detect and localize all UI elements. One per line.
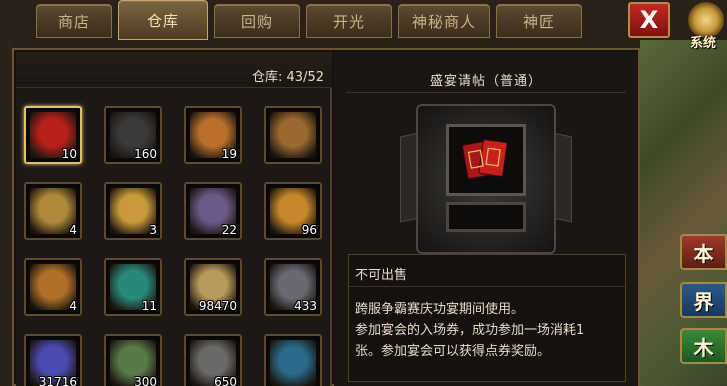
item-quantity: 19 (221, 147, 237, 161)
item-quantity: 4 (69, 223, 77, 237)
item-description-box: 不可出售 跨服争霸赛庆功宴期间使用。 参加宴会的入场券，成功参加一场消耗1 张。… (348, 254, 626, 382)
tab-label: 回购 (240, 12, 273, 31)
tab-label: 神匠 (522, 12, 555, 31)
inventory-slot[interactable]: 433 (264, 258, 322, 316)
item-quantity: 22 (221, 223, 237, 237)
warehouse-panel: 仓库: 43/52 10 160 19 4 3 22 96 4 11 98470 433 31716 3… (12, 48, 640, 386)
warehouse-count: 仓库: 43/52 (16, 52, 332, 88)
description-line: 参加宴会的入场券，成功参加一场消耗1 (355, 323, 585, 338)
item-preview-slot (446, 124, 526, 196)
item-quantity: 11 (141, 299, 157, 313)
item-quantity: 160 (134, 147, 157, 161)
item-quantity: 10 (61, 147, 77, 161)
inventory-slot[interactable]: 19 (184, 106, 242, 164)
item-quantity: 3 (149, 223, 157, 237)
inventory-slot[interactable]: 31716 (24, 334, 82, 386)
side-button-label: 本 (693, 241, 714, 266)
tab-shop[interactable]: 商店 (36, 4, 112, 38)
item-quantity: 98470 (198, 299, 237, 313)
inventory-slot[interactable]: 98470 (184, 258, 242, 316)
item-quantity: 650 (214, 375, 237, 386)
left-edge-background (0, 40, 12, 386)
close-icon: X (639, 6, 659, 34)
close-button[interactable]: X (628, 2, 670, 38)
inventory-slot[interactable] (264, 334, 322, 386)
inventory-slot[interactable]: 3 (104, 182, 162, 240)
item-quantity: 31716 (38, 375, 77, 386)
tab-label: 神秘商人 (411, 12, 476, 31)
inventory-slot[interactable]: 11 (104, 258, 162, 316)
faded-header-left (0, 4, 36, 38)
tab-bar: 商店 仓库 回购 开光 神秘商人 神匠 (0, 0, 630, 42)
description-line: 跨服争霸赛庆功宴期间使用。 (355, 302, 525, 317)
warehouse-count-value: 43/52 (286, 70, 324, 85)
tab-buyback[interactable]: 回购 (214, 4, 300, 38)
tab-craftsman[interactable]: 神匠 (496, 4, 582, 38)
tab-label: 仓库 (146, 11, 179, 30)
tab-mystery-merchant[interactable]: 神秘商人 (398, 4, 490, 38)
side-button-1[interactable]: 本 (680, 234, 727, 270)
item-name-plate (446, 202, 526, 232)
description-line: 张。参加宴会可以获得点券奖励。 (355, 344, 551, 359)
item-quantity: 96 (301, 223, 317, 237)
item-display-frame (400, 104, 572, 254)
inventory-slot[interactable]: 22 (184, 182, 242, 240)
golden-dragon-token-icon (270, 112, 316, 158)
inventory-slot[interactable]: 650 (184, 334, 242, 386)
item-quantity: 300 (134, 375, 157, 386)
divider (346, 92, 626, 93)
inventory-slot[interactable] (264, 106, 322, 164)
inventory-slot[interactable]: 4 (24, 258, 82, 316)
golden-dragon-ring-icon (270, 340, 316, 386)
inventory-slot[interactable]: 10 (24, 106, 82, 164)
warehouse-count-label: 仓库: (252, 70, 283, 85)
item-quantity: 4 (69, 299, 77, 313)
tab-warehouse[interactable]: 仓库 (118, 0, 208, 40)
inventory-slot[interactable]: 300 (104, 334, 162, 386)
red-invitation-icon (462, 139, 508, 180)
tab-label: 商店 (57, 12, 90, 31)
inventory-slot[interactable]: 160 (104, 106, 162, 164)
item-detail-title: 盛宴请帖（普通） (429, 74, 542, 89)
side-button-2[interactable]: 界 (680, 282, 727, 318)
system-button[interactable]: 系统 (684, 2, 727, 54)
tab-consecrate[interactable]: 开光 (306, 4, 392, 38)
item-detail-pane: 盛宴请帖（普通） 不可出售 跨服争霸赛庆功宴期间使用。 参加宴会的入场券，成功参… (334, 52, 638, 386)
side-button-3[interactable]: 木 (680, 328, 727, 364)
tradable-status: 不可出售 (349, 255, 625, 287)
system-label: 系统 (690, 36, 717, 51)
item-quantity: 433 (294, 299, 317, 313)
side-button-label: 界 (693, 289, 714, 314)
inventory-slot[interactable]: 4 (24, 182, 82, 240)
tab-label: 开光 (332, 12, 365, 31)
side-button-label: 木 (693, 335, 714, 360)
inventory-pane: 仓库: 43/52 10 160 19 4 3 22 96 4 11 98470 433 31716 3… (16, 52, 332, 386)
inventory-slot[interactable]: 96 (264, 182, 322, 240)
item-description: 跨服争霸赛庆功宴期间使用。 参加宴会的入场券，成功参加一场消耗1 张。参加宴会可… (355, 299, 619, 362)
